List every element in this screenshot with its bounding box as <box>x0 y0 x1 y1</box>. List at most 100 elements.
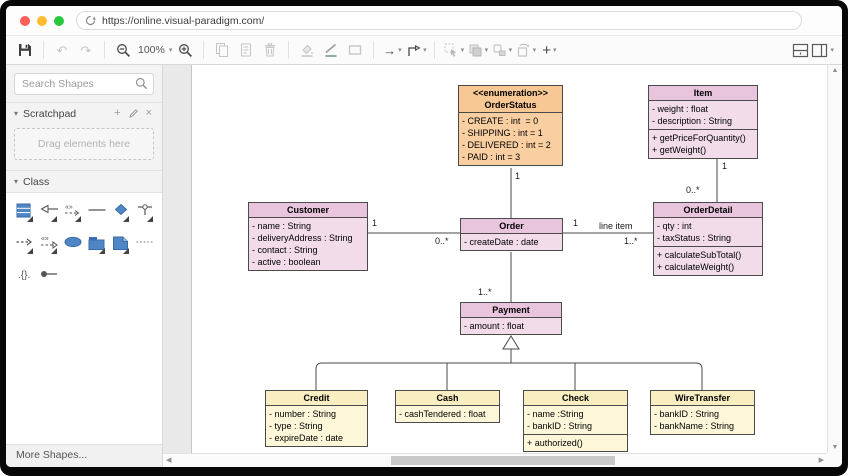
attribute-row: - description : String <box>652 115 754 127</box>
scratchpad-section-header[interactable]: ▾ Scratchpad + × <box>6 102 162 124</box>
arrow-style-dropdown[interactable]: → ▾ <box>381 39 403 61</box>
horizontal-scroll-thumb[interactable] <box>391 456 615 465</box>
toggle-split-panel-button[interactable] <box>789 39 811 61</box>
uml-class-customer[interactable]: Customer - name : String- deliveryAddress… <box>248 202 368 271</box>
align-shapes-dropdown[interactable]: ▾ <box>490 39 512 61</box>
multiplicity-label: 1 <box>722 161 727 171</box>
edit-scratchpad-icon[interactable] <box>128 108 139 119</box>
stereotype-label: <<enumeration>> <box>461 87 560 99</box>
rotate-shape-dropdown[interactable]: ▾ <box>514 39 536 61</box>
palette-constraint-icon[interactable]: .{}. <box>14 267 36 287</box>
more-shapes-button[interactable]: More Shapes... <box>6 444 162 467</box>
close-scratchpad-icon[interactable]: × <box>144 108 154 119</box>
palette-realization-icon[interactable]: «» <box>38 235 60 255</box>
scroll-left-icon[interactable]: ◀ <box>166 457 171 464</box>
scratchpad-title: Scratchpad <box>23 108 76 120</box>
chevron-down-icon: ▾ <box>398 46 402 54</box>
scratchpad-dropzone[interactable]: Drag elements here <box>14 128 154 160</box>
toggle-format-panel-button[interactable]: ▾ <box>811 39 834 61</box>
palette-dependency-icon[interactable] <box>14 235 36 255</box>
insert-dropdown[interactable]: + ▾ <box>538 39 560 61</box>
zoom-level-dropdown[interactable]: 100% ▾ <box>136 39 172 61</box>
palette-aggregation-icon[interactable] <box>110 203 132 223</box>
search-input[interactable] <box>14 73 154 95</box>
chevron-down-icon: ▾ <box>423 46 427 54</box>
attributes-compartment: - name :String- bankID : String <box>524 406 627 434</box>
save-button[interactable] <box>14 39 36 61</box>
multiplicity-label: 1 <box>573 218 578 228</box>
zoom-in-button[interactable] <box>174 39 196 61</box>
uml-class-cash[interactable]: Cash- cashTendered : float <box>395 390 500 423</box>
horizontal-scrollbar[interactable]: ◀ ▶ <box>163 453 827 467</box>
reload-icon[interactable] <box>85 15 96 26</box>
attributes-compartment: - name : String- deliveryAddress : Strin… <box>249 218 367 270</box>
redo-button[interactable]: ↷ <box>75 39 97 61</box>
scroll-right-icon[interactable]: ▶ <box>819 457 824 464</box>
address-bar[interactable]: https://online.visual-paradigm.com/ <box>76 11 802 30</box>
palette-dashed-line-icon[interactable] <box>134 235 156 255</box>
format-panel-icon <box>811 43 828 58</box>
vertical-scrollbar[interactable]: ▲ ▼ <box>827 65 842 453</box>
shape-style-button[interactable] <box>344 39 366 61</box>
scroll-down-icon[interactable]: ▼ <box>832 444 839 451</box>
palette-package-icon[interactable] <box>86 235 108 255</box>
attribute-row: - cashTendered : float <box>399 408 496 420</box>
paste-button[interactable] <box>235 39 257 61</box>
class-name-label: Order <box>463 220 560 232</box>
copy-button[interactable] <box>211 39 233 61</box>
undo-button[interactable]: ↶ <box>51 39 73 61</box>
minimize-button[interactable] <box>37 16 47 26</box>
line-color-button[interactable] <box>320 39 342 61</box>
palette-note-icon[interactable] <box>110 235 132 255</box>
class-name-label: Item <box>651 87 755 99</box>
operations-compartment: + authorized() <box>524 434 627 451</box>
uml-class-item[interactable]: Item- weight : float- description : Stri… <box>648 85 758 159</box>
palette-ball-socket-icon[interactable] <box>38 267 60 287</box>
attributes-compartment: - cashTendered : float <box>396 406 499 422</box>
toolbar-separator <box>43 41 44 59</box>
operations-compartment: + getPriceForQuantity()+ getWeight() <box>649 129 757 158</box>
attribute-row: - deliveryAddress : String <box>252 232 364 244</box>
uml-class-check[interactable]: Check - name :String- bankID : String+ au… <box>523 390 628 452</box>
toolbar-separator <box>373 41 374 59</box>
uml-class-orderstatus[interactable]: <<enumeration>>OrderStatus- CREATE : int… <box>458 85 563 166</box>
attribute-row: - type : String <box>269 420 364 432</box>
palette-generalization-icon[interactable] <box>38 203 60 223</box>
window-controls <box>20 16 64 26</box>
scroll-up-icon[interactable]: ▲ <box>832 67 839 74</box>
uml-class-order[interactable]: Order- createDate : date <box>460 218 563 251</box>
zoom-out-button[interactable] <box>112 39 134 61</box>
multiplicity-label: 1..* <box>624 236 638 246</box>
diagram-canvas[interactable]: <<enumeration>>OrderStatus- CREATE : int… <box>163 65 827 453</box>
uml-class-wiretransfer[interactable]: WireTransfer- bankID : String- bankName … <box>650 390 755 435</box>
palette-containment-icon[interactable] <box>134 203 156 223</box>
palette-association-icon[interactable] <box>86 203 108 223</box>
delete-button[interactable] <box>259 39 281 61</box>
uml-class-orderdetail[interactable]: OrderDetail- qty : int- taxStatus : Stri… <box>653 202 763 276</box>
selection-tool-dropdown[interactable]: ▾ <box>442 39 464 61</box>
zoom-level-value: 100% <box>136 44 167 56</box>
url-text: https://online.visual-paradigm.com/ <box>102 15 264 27</box>
class-section-header[interactable]: ▾ Class <box>6 170 162 192</box>
arrange-order-dropdown[interactable]: ▾ <box>466 39 488 61</box>
save-icon <box>17 42 33 58</box>
uml-class-credit[interactable]: Credit- number : String- type : String- … <box>265 390 368 447</box>
add-scratchpad-icon[interactable]: + <box>112 108 122 119</box>
class-name-label: Customer <box>251 204 365 216</box>
multiplicity-label: 1..* <box>478 287 492 297</box>
fullscreen-button[interactable] <box>54 16 64 26</box>
operation-row: + calculateSubTotal() <box>657 249 759 261</box>
attribute-row: - SHIPPING : int = 1 <box>462 127 559 139</box>
close-button[interactable] <box>20 16 30 26</box>
palette-usage-icon[interactable]: «» <box>62 203 84 223</box>
shapes-sidebar: ▾ Scratchpad + × Drag elements here ▾ <box>6 65 163 467</box>
scratchpad-hint-text: Drag elements here <box>38 138 130 150</box>
connector-style-dropdown[interactable]: ▾ <box>405 39 427 61</box>
attribute-row: - amount : float <box>464 320 558 332</box>
uml-class-payment[interactable]: Payment- amount : float <box>460 302 562 335</box>
undo-icon: ↶ <box>57 44 68 57</box>
fill-color-button[interactable] <box>296 39 318 61</box>
class-name-label: Check <box>526 392 625 404</box>
palette-class-icon[interactable] <box>14 203 36 223</box>
palette-instance-icon[interactable] <box>62 235 84 255</box>
